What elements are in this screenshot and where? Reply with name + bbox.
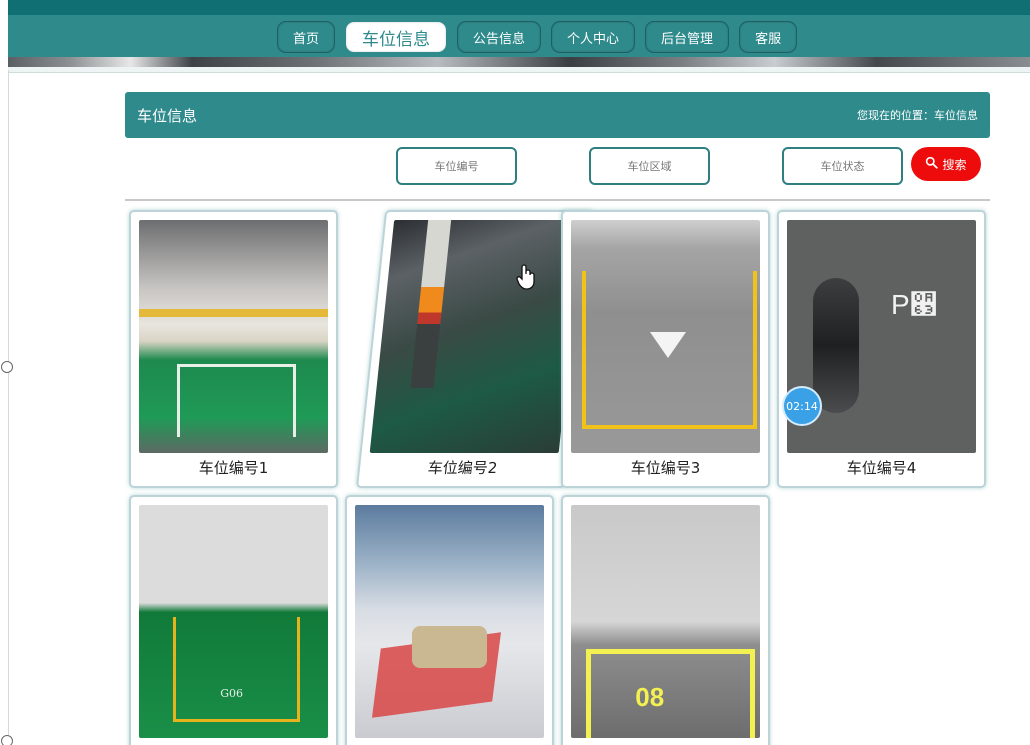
search-button[interactable]: 搜索 — [911, 147, 981, 181]
parking-image-2 — [369, 220, 584, 453]
header-photo-strip — [8, 57, 1030, 67]
parking-card-caption: 车位编号3 — [630, 459, 701, 477]
nav-item-admin[interactable]: 后台管理 — [645, 21, 730, 53]
nav-item-personal-center[interactable]: 个人中心 — [551, 21, 636, 53]
parking-image-3 — [571, 220, 760, 453]
hand-cursor-icon — [516, 264, 536, 290]
parking-area-input[interactable]: 车位区域 — [589, 147, 710, 185]
search-icon — [925, 156, 939, 172]
nav-item-announcements[interactable]: 公告信息 — [457, 21, 542, 53]
resize-handle-bottom-left[interactable] — [1, 735, 13, 745]
main-nav: 首页 车位信息 公告信息 个人中心 后台管理 客服 — [277, 21, 798, 53]
divider — [125, 199, 990, 201]
recording-timer-badge[interactable]: 02:14 — [782, 386, 822, 426]
parking-card-1[interactable]: 车位编号1 — [129, 210, 338, 488]
parking-card-6[interactable] — [345, 495, 554, 745]
search-button-label: 搜索 — [942, 157, 967, 172]
parking-card-4[interactable]: 车位编号4 — [777, 210, 986, 488]
resize-handle-left[interactable] — [1, 361, 13, 373]
header-bottom-line — [8, 67, 1030, 73]
parking-image-1 — [139, 220, 328, 453]
page: 首页 车位信息 公告信息 个人中心 后台管理 客服 车位信息 您现在的位置：车位… — [0, 0, 1030, 745]
parking-card-caption: 车位编号1 — [198, 459, 269, 477]
section-header: 车位信息 您现在的位置：车位信息 — [125, 92, 990, 138]
parking-card-caption: 车位编号2 — [426, 459, 499, 477]
parking-image-5 — [139, 505, 328, 738]
parking-status-input[interactable]: 车位状态 — [782, 147, 903, 185]
parking-number-input[interactable]: 车位编号 — [396, 147, 517, 185]
parking-card-5[interactable] — [129, 495, 338, 745]
parking-card-7[interactable] — [561, 495, 770, 745]
nav-item-parking-info[interactable]: 车位信息 — [345, 21, 448, 53]
nav-item-customer-service[interactable]: 客服 — [739, 21, 798, 53]
parking-card-3[interactable]: 车位编号3 — [561, 210, 770, 488]
breadcrumb: 您现在的位置：车位信息 — [857, 109, 978, 122]
left-border — [8, 70, 9, 745]
parking-card-2[interactable]: 车位编号2 — [356, 210, 595, 488]
parking-image-7 — [571, 505, 760, 738]
nav-item-home[interactable]: 首页 — [277, 21, 336, 53]
section-title: 车位信息 — [137, 106, 198, 125]
parking-card-caption: 车位编号4 — [846, 459, 917, 477]
parking-image-6 — [355, 505, 544, 738]
